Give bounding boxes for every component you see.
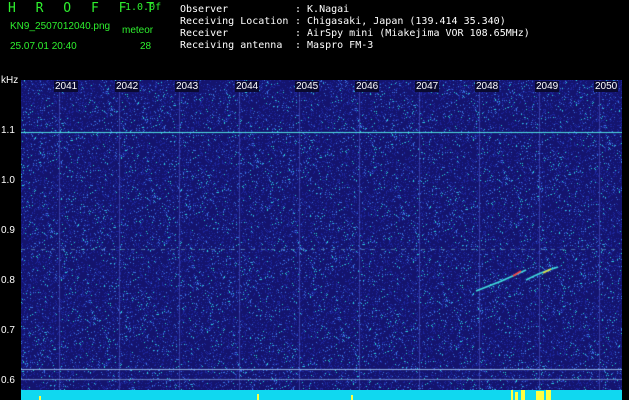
signal-bursts [39, 390, 551, 400]
info-label-location: Receiving Location [180, 16, 289, 27]
signal-level-bar [21, 390, 622, 400]
filename-label: KN9_2507012040.png [10, 21, 111, 32]
hrofft-window: H R O F F T 1.0.0f KN9_2507012040.png me… [0, 0, 629, 400]
x-tick-2046: 2046 [355, 81, 380, 92]
x-tick-2042: 2042 [115, 81, 140, 92]
x-tick-2041: 2041 [54, 81, 79, 92]
x-tick-2044: 2044 [235, 81, 260, 92]
y-tick-0.6: 0.6 [1, 375, 15, 386]
info-label-antenna: Receiving antenna [180, 40, 283, 51]
info-value-observer: : K.Nagai [295, 4, 350, 15]
y-tick-0.9: 0.9 [1, 225, 15, 236]
mode-label: meteor [122, 25, 154, 36]
info-label-observer: Observer [180, 4, 229, 15]
x-tick-2049: 2049 [535, 81, 560, 92]
spectrogram-canvas [21, 80, 622, 390]
info-label-receiver: Receiver [180, 28, 229, 39]
count-label: 28 [140, 41, 152, 52]
x-tick-2043: 2043 [175, 81, 200, 92]
info-value-receiver: : AirSpy mini (Miakejima VOR 108.65MHz) [295, 28, 530, 39]
info-value-antenna: : Maspro FM-3 [295, 40, 374, 51]
x-tick-2047: 2047 [415, 81, 440, 92]
version-label: 1.0.0f [125, 2, 162, 13]
x-tick-2050: 2050 [594, 81, 619, 92]
y-tick-1.1: 1.1 [1, 125, 15, 136]
datetime-label: 25.07.01 20:40 [10, 41, 77, 52]
y-axis-unit: kHz [1, 75, 19, 86]
y-tick-1.0: 1.0 [1, 175, 15, 186]
x-tick-2045: 2045 [295, 81, 320, 92]
y-tick-0.8: 0.8 [1, 275, 15, 286]
info-value-location: : Chigasaki, Japan (139.414 35.340) [295, 16, 506, 27]
y-tick-0.7: 0.7 [1, 325, 15, 336]
x-tick-2048: 2048 [475, 81, 500, 92]
